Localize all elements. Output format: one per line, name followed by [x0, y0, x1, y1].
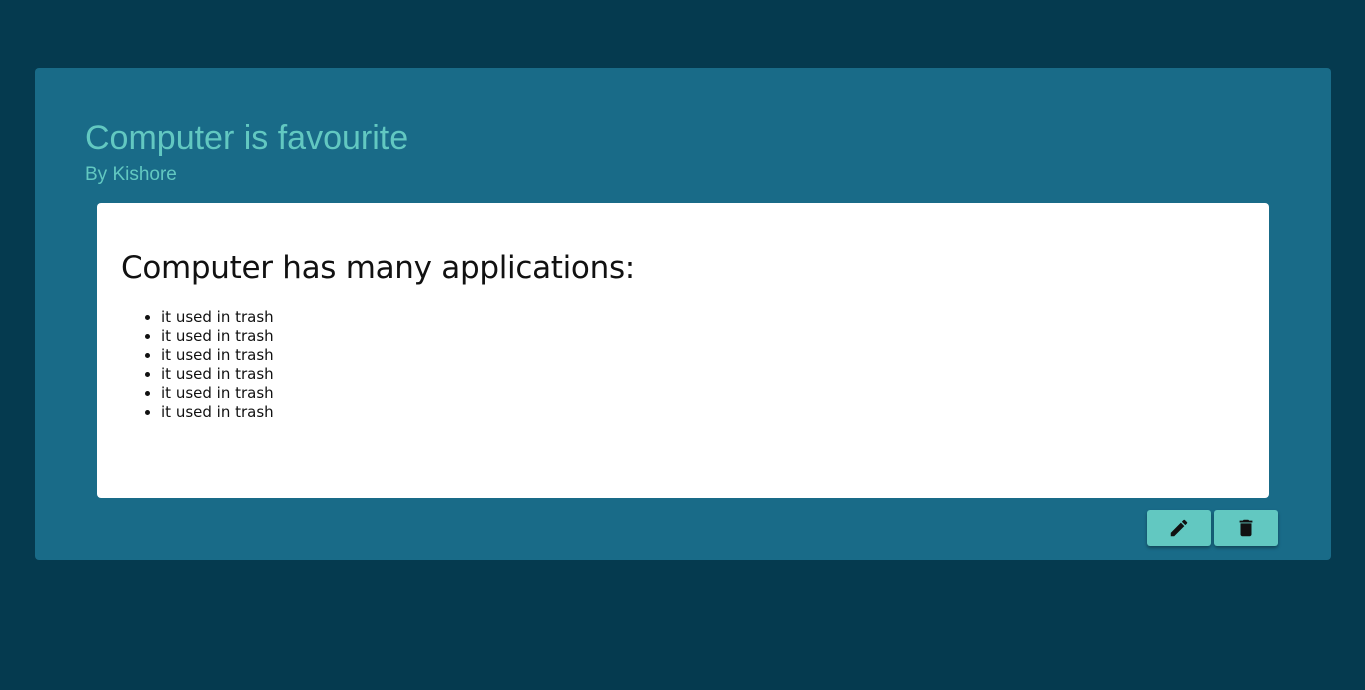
list-item: it used in trash: [161, 403, 274, 422]
post-content: Computer has many applications: it used …: [97, 203, 1269, 498]
edit-button[interactable]: [1147, 510, 1211, 546]
post-card: Computer is favourite By Kishore Compute…: [35, 68, 1331, 560]
content-heading: Computer has many applications:: [121, 250, 635, 286]
list-item: it used in trash: [161, 384, 274, 403]
post-author: By Kishore: [85, 164, 177, 185]
list-item: it used in trash: [161, 327, 274, 346]
post-title: Computer is favourite: [85, 119, 409, 157]
delete-button[interactable]: [1214, 510, 1278, 546]
content-list: it used in trash it used in trash it use…: [161, 308, 274, 422]
list-item: it used in trash: [161, 308, 274, 327]
trash-icon: [1235, 517, 1257, 539]
list-item: it used in trash: [161, 346, 274, 365]
list-item: it used in trash: [161, 365, 274, 384]
pencil-icon: [1168, 517, 1190, 539]
